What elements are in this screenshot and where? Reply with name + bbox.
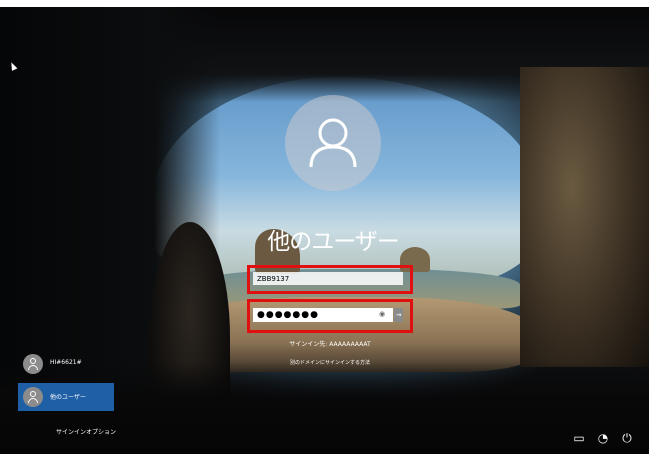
username-input[interactable]: ZBB9137 xyxy=(253,272,403,285)
user-tile[interactable]: HI#6621# xyxy=(18,350,114,378)
user-tile-label: 他のユーザー xyxy=(50,394,86,401)
other-domain-link[interactable]: 別のドメインにサインインする方法 xyxy=(265,359,395,366)
user-avatar xyxy=(285,95,381,191)
user-icon xyxy=(309,118,357,168)
arrow-right-icon: → xyxy=(395,311,402,319)
password-input[interactable]: ●●●●●●● xyxy=(253,308,393,322)
signin-domain-text: サインイン先: AAAAAAAAAT xyxy=(289,341,371,348)
ease-of-access-icon[interactable]: ◔ xyxy=(596,431,610,445)
background-cave xyxy=(520,67,649,367)
signin-options-link[interactable]: サインインオプション xyxy=(56,427,116,436)
submit-button[interactable]: → xyxy=(394,308,403,322)
user-tile-selected[interactable]: 他のユーザー xyxy=(18,383,114,411)
power-icon[interactable]: ⏻ xyxy=(620,431,634,445)
user-icon xyxy=(23,387,43,407)
network-icon[interactable]: ▭ xyxy=(572,431,586,445)
eye-icon[interactable]: ◉ xyxy=(378,310,386,319)
user-icon xyxy=(23,354,43,374)
username-heading: 他のユーザー xyxy=(267,229,400,255)
lock-screen: 他のユーザー ZBB9137 ●●●●●●● ◉ → サインイン先: AAAAA… xyxy=(0,7,649,454)
user-tile-label: HI#6621# xyxy=(50,359,82,366)
